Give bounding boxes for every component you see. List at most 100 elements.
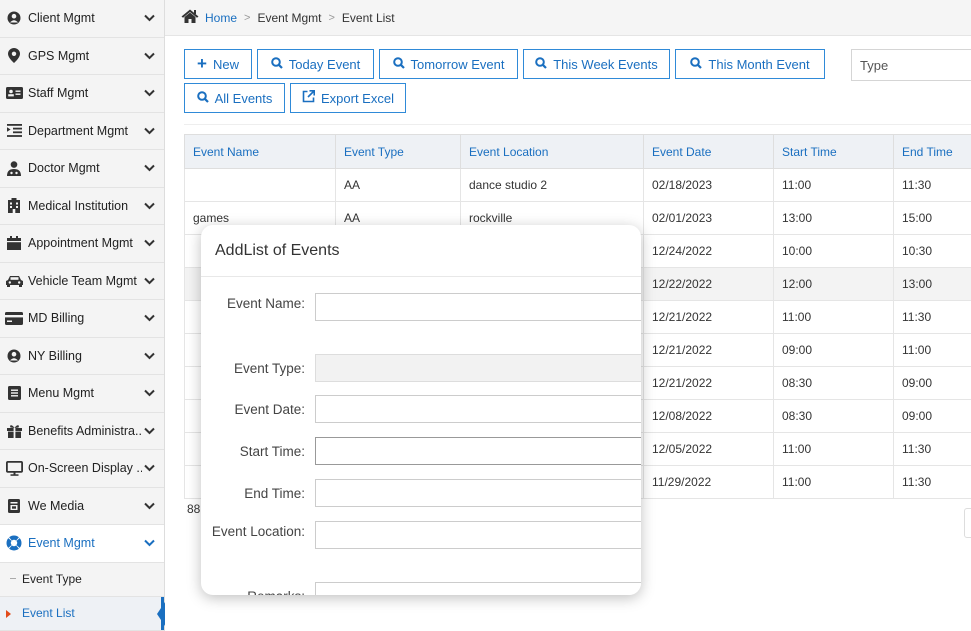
modal-body: Event Name: Event Type: Event Date: Star… [201, 277, 641, 595]
column-header-end-time[interactable]: End Time [893, 134, 971, 169]
chevron-down-icon [142, 464, 156, 472]
sidebar-item-staff-mgmt[interactable]: Staff Mgmt [0, 75, 164, 113]
cell-event-date: 12/21/2022 [643, 300, 774, 334]
cell-start-time: 11:00 [773, 168, 894, 202]
sidebar-item-menu-mgmt[interactable]: Menu Mgmt [0, 375, 164, 413]
current-arrow-icon [6, 609, 11, 618]
cell-start-time: 11:00 [773, 465, 894, 499]
sidebar-item-label: Doctor Mgmt [28, 161, 100, 176]
sidebar-item-md-billing[interactable]: MD Billing [0, 300, 164, 338]
cell-start-time: 11:00 [773, 432, 894, 466]
sidebar-item-gps-mgmt[interactable]: GPS Mgmt [0, 38, 164, 75]
sidebar-item-we-media[interactable]: We Media [0, 488, 164, 525]
this-month-event-button[interactable]: This Month Event [675, 49, 825, 79]
cell-end-time: 11:30 [893, 432, 971, 466]
sidebar-item-department-mgmt[interactable]: Department Mgmt [0, 113, 164, 150]
chevron-right-icon: > [328, 11, 335, 24]
indent-icon [0, 124, 28, 138]
home-icon[interactable] [181, 9, 199, 26]
cell-event-date: 12/21/2022 [643, 333, 774, 367]
sidebar-item-on-screen-display[interactable]: On-Screen Display ... [0, 450, 164, 488]
chevron-down-icon [142, 52, 156, 60]
sidebar-item-benefits-administration[interactable]: Benefits Administra.. [0, 413, 164, 450]
chevron-down-icon [142, 127, 156, 135]
event-location-label: Event Location: [211, 524, 305, 539]
today-event-button[interactable]: Today Event [257, 49, 374, 79]
event-type-label: Event Type: [233, 361, 305, 376]
car-icon [0, 275, 28, 287]
today-event-label: Today Event [288, 56, 361, 72]
new-button[interactable]: + New [184, 49, 252, 79]
sidebar-item-medical-institution[interactable]: Medical Institution [0, 188, 164, 225]
sidebar-item-ny-billing[interactable]: NY Billing [0, 338, 164, 375]
sidebar-subitem-event-list[interactable]: Event List [0, 596, 165, 631]
media-icon [0, 498, 28, 513]
column-header-event-location[interactable]: Event Location [460, 134, 644, 169]
cell-end-time: 11:30 [893, 168, 971, 202]
cell-event-date: 12/21/2022 [643, 366, 774, 400]
event-date-field[interactable] [315, 395, 641, 423]
event-name-field[interactable] [315, 293, 641, 321]
sidebar-subitem-label: Event Type [22, 572, 82, 586]
export-excel-button[interactable]: Export Excel [290, 83, 406, 113]
chevron-down-icon [142, 239, 156, 247]
column-header-event-type[interactable]: Event Type [335, 134, 461, 169]
start-time-field[interactable] [315, 437, 641, 465]
divider [184, 124, 971, 125]
chevron-down-icon [142, 277, 156, 285]
sidebar-item-label: Staff Mgmt [28, 86, 89, 101]
this-week-events-button[interactable]: This Week Events [523, 49, 670, 79]
event-type-select[interactable] [315, 354, 641, 382]
sidebar-item-vehicle-team-mgmt[interactable]: Vehicle Team Mgmt [0, 263, 164, 300]
cell-event-date: 11/29/2022 [643, 465, 774, 499]
tree-connector [10, 577, 16, 579]
new-button-label: New [212, 56, 239, 72]
cell-end-time: 10:30 [893, 234, 971, 268]
cell-event-name [184, 168, 336, 202]
tomorrow-event-button[interactable]: Tomorrow Event [379, 49, 518, 79]
column-header-start-time[interactable]: Start Time [773, 134, 894, 169]
search-icon [690, 56, 703, 72]
end-time-field[interactable] [315, 479, 641, 507]
sidebar-item-label: Menu Mgmt [28, 386, 94, 401]
pagination-control[interactable] [964, 508, 971, 538]
chevron-down-icon [142, 14, 156, 22]
event-location-field[interactable] [315, 521, 641, 549]
sidebar-item-label: We Media [28, 498, 85, 513]
cell-end-time: 13:00 [893, 267, 971, 301]
monitor-icon [0, 460, 28, 476]
sidebar-item-doctor-mgmt[interactable]: Doctor Mgmt [0, 150, 164, 188]
table-row[interactable]: AA dance studio 2 02/18/2023 11:00 11:30 [184, 168, 971, 202]
sidebar-item-label: NY Billing [28, 348, 82, 363]
all-events-button[interactable]: All Events [184, 83, 285, 113]
remarks-label: Remarks: [201, 586, 305, 595]
column-header-event-date[interactable]: Event Date [643, 134, 774, 169]
cell-event-date: 12/22/2022 [643, 267, 774, 301]
modal-title: AddList of Events [201, 225, 641, 277]
cell-start-time: 12:00 [773, 267, 894, 301]
chevron-down-icon [142, 502, 156, 510]
cell-event-location: dance studio 2 [460, 168, 644, 202]
sidebar-item-label: Vehicle Team Mgmt [28, 273, 137, 288]
cell-event-date: 12/24/2022 [643, 234, 774, 268]
sidebar-item-appointment-mgmt[interactable]: Appointment Mgmt [0, 225, 164, 263]
sidebar-item-event-mgmt[interactable]: Event Mgmt [0, 525, 164, 563]
cell-end-time: 15:00 [893, 201, 971, 235]
record-count: 88 [187, 502, 201, 516]
plus-icon: + [197, 54, 207, 73]
chevron-down-icon [142, 164, 156, 172]
remarks-field[interactable] [315, 582, 641, 595]
type-filter-input[interactable]: Type [851, 49, 971, 81]
breadcrumb-home-link[interactable]: Home [205, 11, 237, 25]
add-event-modal: AddList of Events Event Name: Event Type… [201, 225, 641, 595]
cell-event-type: AA [335, 168, 461, 202]
column-header-event-name[interactable]: Event Name [184, 134, 336, 169]
sidebar-subitem-event-type[interactable]: Event Type [0, 562, 164, 597]
sidebar-item-client-mgmt[interactable]: Client Mgmt [0, 0, 164, 38]
breadcrumb-section[interactable]: Event Mgmt [257, 11, 321, 25]
chevron-down-icon [142, 389, 156, 397]
chevron-right-icon: > [244, 11, 251, 24]
sidebar-item-label: Benefits Administra.. [28, 423, 142, 438]
event-date-label: Event Date: [234, 402, 305, 417]
doctor-icon [0, 161, 28, 176]
